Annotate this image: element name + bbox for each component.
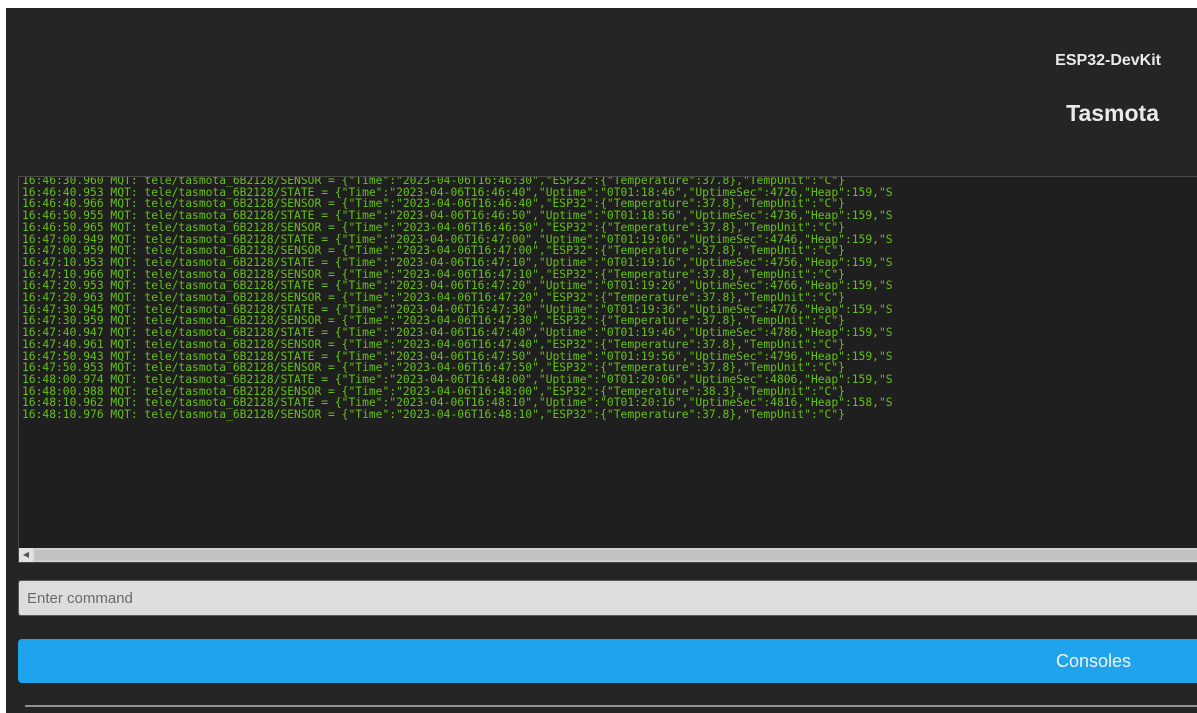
divider — [25, 705, 1197, 707]
console-log-line: 16:48:10.976 MQT: tele/tasmota_6B2128/SE… — [22, 408, 845, 422]
console-log-line: 16:47:40.961 MQT: tele/tasmota_6B2128/SE… — [22, 337, 845, 351]
console-log-line: 16:47:20.963 MQT: tele/tasmota_6B2128/SE… — [22, 291, 845, 305]
console-log-text: 16:46:30.960 MQT: tele/tasmota_6B2128/SE… — [22, 177, 893, 422]
app-title: Tasmota — [1066, 100, 1159, 126]
scroll-left-arrow-icon[interactable]: ◀ — [19, 548, 33, 562]
scrollbar-thumb[interactable] — [35, 550, 1197, 560]
command-input[interactable] — [18, 580, 1197, 616]
device-name: ESP32-DevKit — [1055, 52, 1161, 69]
console-log-area[interactable]: 16:46:30.960 MQT: tele/tasmota_6B2128/SE… — [18, 176, 1197, 563]
horizontal-scrollbar[interactable]: ◀ — [19, 548, 1197, 562]
tasmota-console-page: ESP32-DevKit Tasmota 16:46:30.960 MQT: t… — [6, 8, 1197, 713]
consoles-button[interactable]: Consoles — [18, 639, 1197, 683]
console-log-line: 16:46:50.965 MQT: tele/tasmota_6B2128/SE… — [22, 220, 845, 234]
console-log-line: 16:48:00.974 MQT: tele/tasmota_6B2128/ST… — [22, 372, 893, 386]
console-log-line: 16:47:10.953 MQT: tele/tasmota_6B2128/ST… — [22, 255, 893, 269]
